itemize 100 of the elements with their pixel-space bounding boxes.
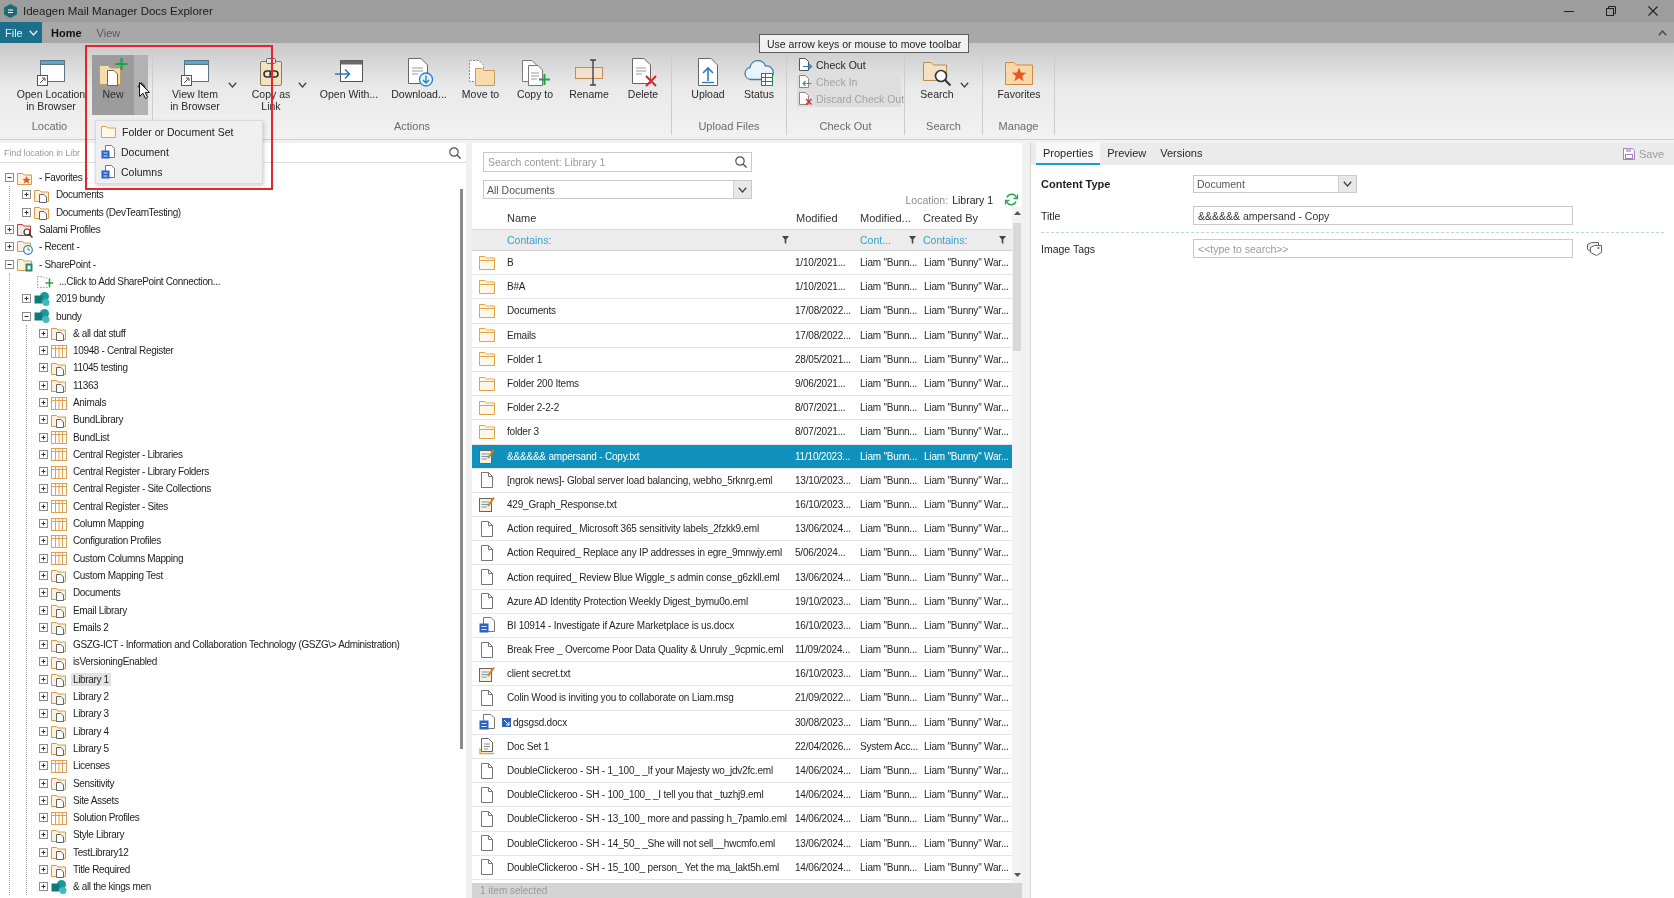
tags-field[interactable]: <<type to search>> [1193, 239, 1573, 258]
tree-item[interactable]: Central Register - Site Collections [71, 482, 213, 496]
tree-item[interactable]: Emails 2 [71, 620, 111, 634]
expand-icon[interactable] [39, 674, 48, 684]
filter-icon[interactable] [909, 236, 916, 244]
ribbon-button[interactable]: Open Location in Browser [15, 55, 87, 115]
tree-item[interactable]: Site Assets [71, 793, 121, 807]
file-menu-tab[interactable]: File [0, 22, 42, 43]
column-header[interactable]: Modified [796, 212, 838, 224]
tree-item[interactable]: Column Mapping [71, 517, 146, 531]
refresh-icon[interactable] [1005, 193, 1018, 206]
scrollbar-thumb[interactable] [1013, 223, 1021, 351]
tree-item[interactable]: 2019 bundy [54, 292, 107, 306]
expand-icon[interactable] [39, 795, 48, 805]
tree-item[interactable]: Central Register - Sites [71, 499, 170, 513]
expand-icon[interactable] [39, 761, 48, 771]
dropdown-arrow-button[interactable] [134, 55, 148, 115]
tree-item[interactable]: bundy [54, 309, 84, 323]
tree-item[interactable]: Custom Columns Mapping [71, 551, 186, 565]
expand-icon[interactable] [39, 813, 48, 823]
ribbon-tab[interactable]: Home [45, 22, 88, 43]
tree-item[interactable]: Sensitivity [71, 776, 117, 790]
expand-icon[interactable] [39, 570, 48, 580]
ribbon-button[interactable]: Move to [457, 55, 504, 115]
search-content-field[interactable]: Search content: Library 1 [483, 152, 752, 172]
filter-icon[interactable] [782, 236, 789, 244]
expand-icon[interactable] [39, 778, 48, 788]
expand-icon[interactable] [39, 380, 48, 390]
title-field[interactable]: &&&&&& ampersand - Copy [1193, 206, 1573, 225]
ribbon-button[interactable]: Status [738, 55, 780, 115]
search-icon[interactable] [449, 147, 461, 159]
tree-item[interactable]: Central Register - Libraries [71, 447, 185, 461]
tree-item[interactable]: Library 4 [71, 724, 111, 738]
expand-icon[interactable] [39, 847, 48, 857]
expand-icon[interactable] [22, 190, 31, 200]
expand-icon[interactable] [39, 363, 48, 373]
column-header[interactable]: Modified... [860, 212, 911, 224]
tree-item[interactable]: 11363 [71, 378, 101, 392]
ribbon-button[interactable]: Favorites [995, 55, 1043, 115]
tree-item[interactable]: - Recent - [37, 240, 82, 254]
expand-icon[interactable] [39, 605, 48, 615]
expand-icon[interactable] [39, 882, 48, 892]
collapse-icon[interactable] [22, 311, 31, 321]
expand-icon[interactable] [39, 553, 48, 563]
tree-item[interactable]: Documents [71, 586, 123, 600]
tree-item[interactable]: Documents [54, 188, 106, 202]
expand-icon[interactable] [39, 536, 48, 546]
view-dropdown[interactable]: All Documents [483, 180, 752, 199]
expand-icon[interactable] [39, 415, 48, 425]
ribbon-button[interactable]: Copy to [512, 55, 558, 115]
expand-icon[interactable] [39, 640, 48, 650]
expand-icon[interactable] [39, 830, 48, 840]
tree-item[interactable]: Documents (DevTeamTesting) [54, 205, 183, 219]
expand-icon[interactable] [39, 346, 48, 356]
tree-item[interactable]: 11045 testing [71, 361, 130, 375]
ribbon-button[interactable]: Download... [389, 55, 449, 115]
expand-icon[interactable] [39, 743, 48, 753]
scrollbar-thumb[interactable] [460, 189, 463, 749]
scrollbar[interactable] [1012, 207, 1022, 883]
ribbon-button[interactable]: Delete [620, 55, 666, 115]
tree-item[interactable]: Title Required [71, 863, 132, 876]
expand-icon[interactable] [39, 622, 48, 632]
expand-icon[interactable] [5, 225, 14, 235]
expand-icon[interactable] [22, 207, 31, 217]
tree-item[interactable]: Library 3 [71, 707, 111, 721]
search-icon[interactable] [735, 156, 747, 168]
expand-icon[interactable] [39, 467, 48, 477]
filter-icon[interactable] [999, 236, 1006, 244]
tree-item[interactable]: Custom Mapping Test [71, 568, 165, 582]
tree-item[interactable]: BundList [71, 430, 112, 444]
expand-icon[interactable] [39, 657, 48, 667]
expand-icon[interactable] [39, 692, 48, 702]
column-header[interactable]: Created By [923, 212, 979, 224]
ribbon-button[interactable]: Rename [566, 55, 612, 115]
tree-item[interactable]: Style Library [71, 828, 127, 842]
expand-icon[interactable] [39, 588, 48, 598]
ribbon-button[interactable]: Open With... [317, 55, 381, 115]
expand-icon[interactable] [39, 328, 48, 338]
panel-tab[interactable]: Versions [1153, 143, 1210, 165]
expand-icon[interactable] [39, 432, 48, 442]
column-header[interactable]: Name [507, 212, 537, 224]
tree-item[interactable]: BundLibrary [71, 413, 126, 427]
tree-item[interactable]: Library 1 [71, 672, 111, 686]
tree-item[interactable]: Email Library [71, 603, 129, 617]
tree-item[interactable]: Library 2 [71, 690, 111, 704]
expand-icon[interactable] [5, 242, 14, 252]
tree-item[interactable]: Central Register - Library Folders [71, 465, 211, 479]
expand-icon[interactable] [39, 709, 48, 719]
file-row[interactable]: &&&&&& ampersand - Copy.txt 11/10/2023... Liam "Bunn... Liam "Bunny" War... [472, 444, 1012, 469]
tree-item[interactable]: Salami Profiles [37, 223, 103, 237]
panel-tab[interactable]: Properties [1036, 143, 1101, 165]
menu-item[interactable]: Columns [96, 162, 262, 182]
tree-item[interactable]: GSZG-ICT - Information and Collaboration Technology (GSZG\> Administration) [71, 638, 402, 652]
expand-icon[interactable] [39, 865, 48, 874]
content-type-dropdown[interactable]: Document [1193, 175, 1357, 193]
expand-icon[interactable] [22, 294, 31, 304]
ribbon-button[interactable]: Search [917, 55, 957, 115]
expand-icon[interactable] [39, 484, 48, 494]
expand-icon[interactable] [39, 519, 48, 529]
tree-item[interactable]: Configuration Profiles [71, 534, 163, 548]
